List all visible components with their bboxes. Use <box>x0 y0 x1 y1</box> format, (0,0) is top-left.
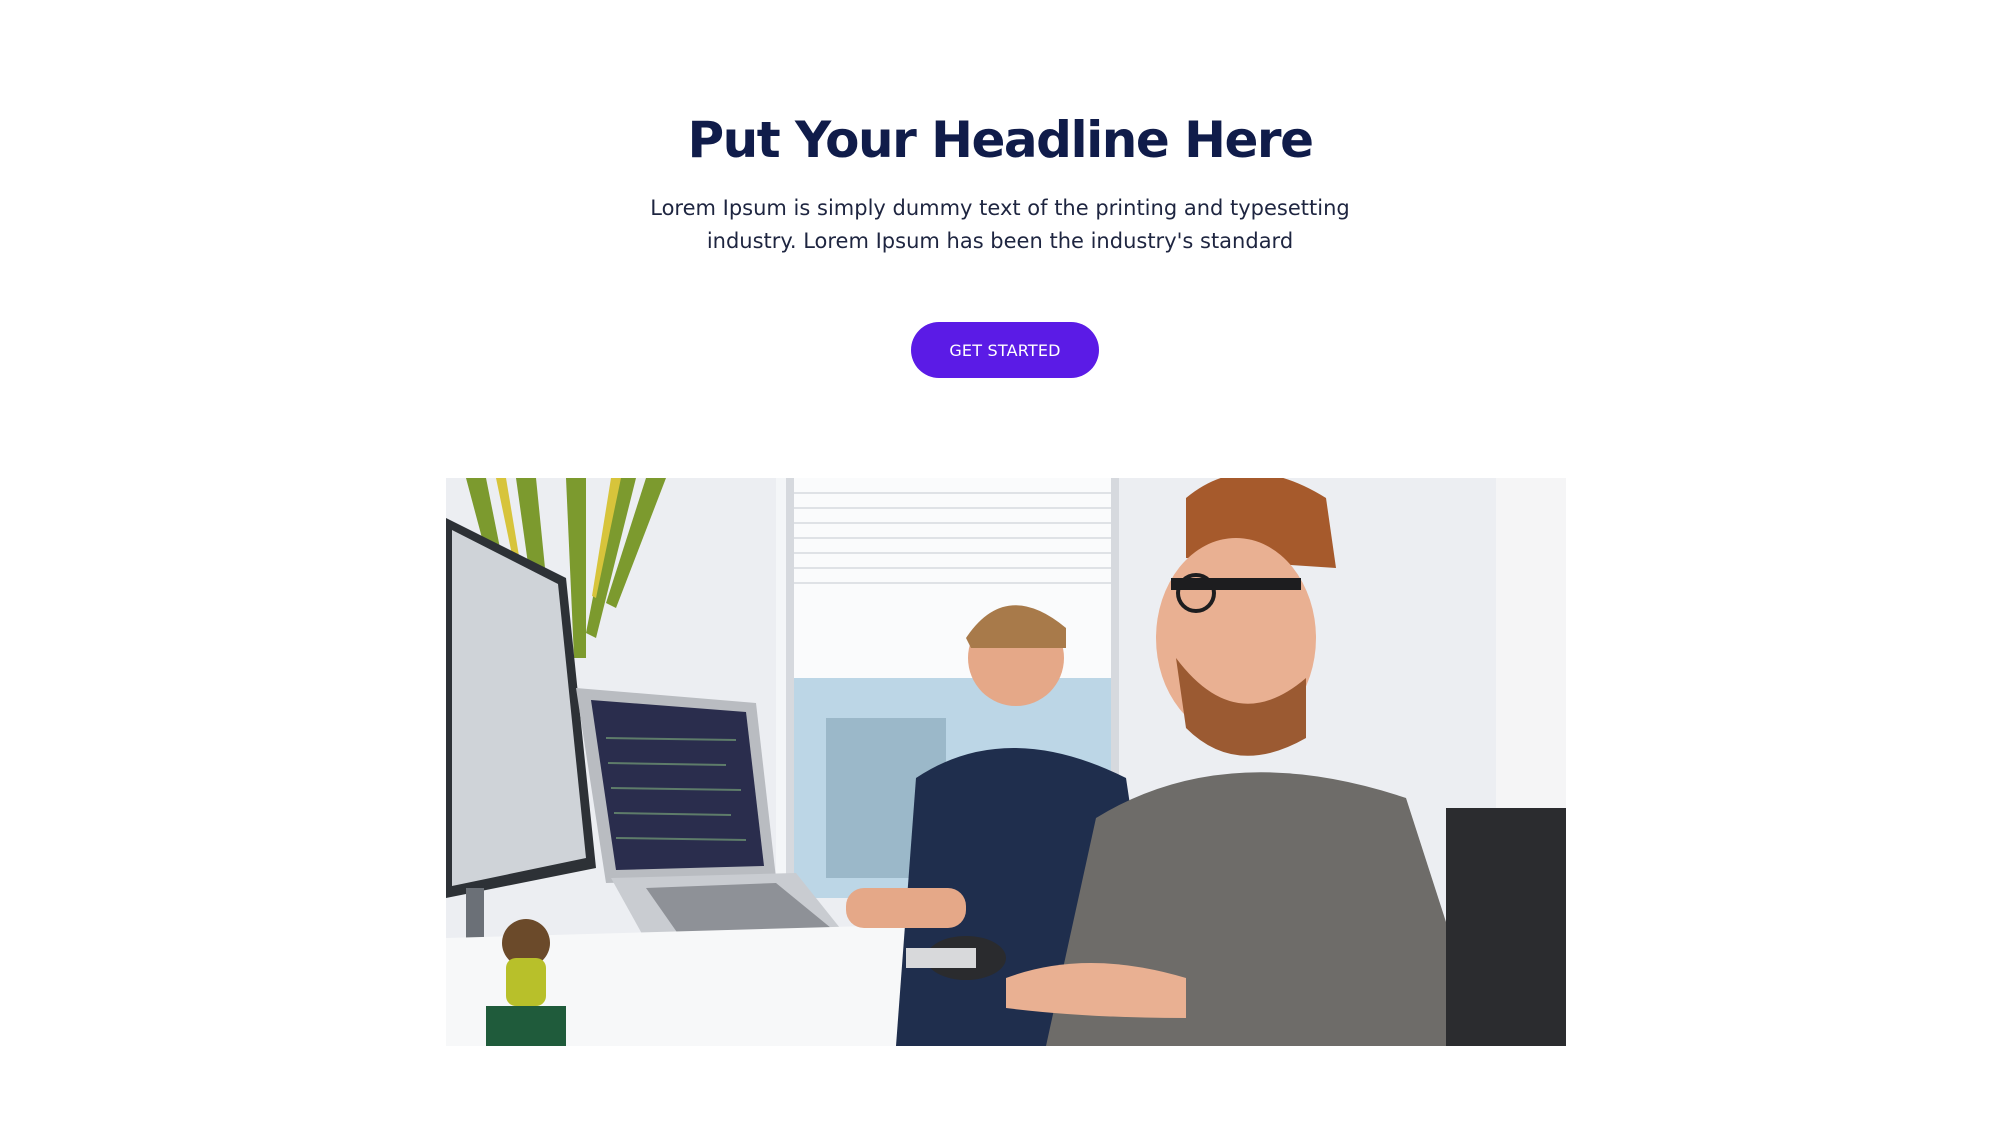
hero-description-line-1: Lorem Ipsum is simply dummy text of the … <box>650 196 1350 220</box>
page-title: Put Your Headline Here <box>687 111 1314 169</box>
hero-description: Lorem Ipsum is simply dummy text of the … <box>620 192 1380 258</box>
get-started-button[interactable]: GET STARTED <box>911 322 1099 378</box>
office-photo-illustration <box>446 478 1566 1046</box>
hero-description-line-2: industry. Lorem Ipsum has been the indus… <box>706 229 1294 253</box>
hero-section: Put Your Headline Here Lorem Ipsum is si… <box>0 0 2000 1146</box>
office-workers-at-computers-photo <box>446 478 1566 1046</box>
